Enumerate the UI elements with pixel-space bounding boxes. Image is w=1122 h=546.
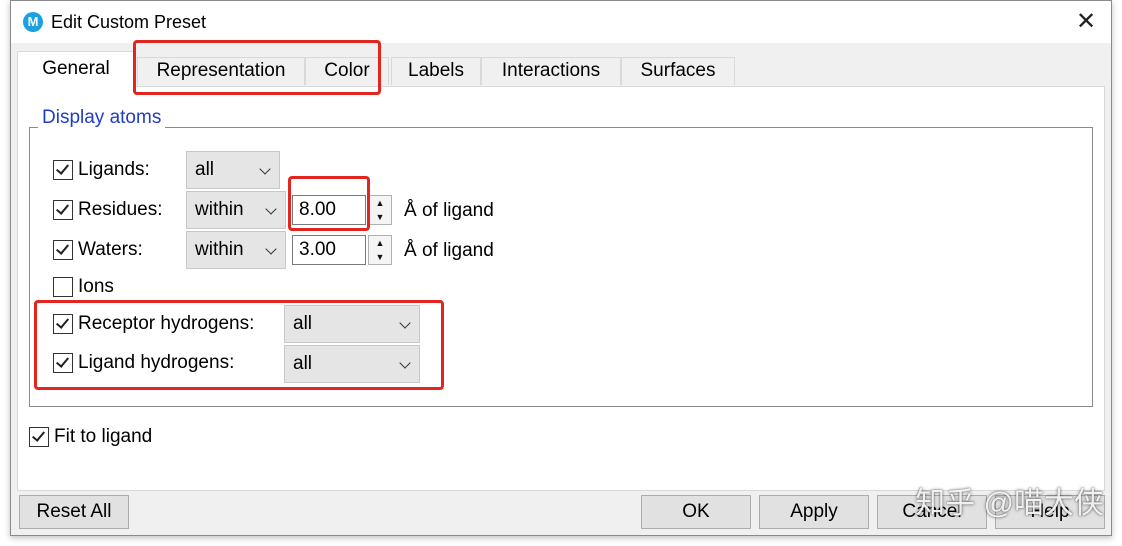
reset-all-button[interactable]: Reset All [19, 495, 129, 529]
tab-general[interactable]: General [17, 51, 135, 87]
chevron-down-icon [399, 317, 411, 329]
ligand-hydrogens-label: Ligand hydrogens: [78, 352, 235, 373]
waters-spinner: ▲ ▼ [368, 235, 392, 265]
tab-color[interactable]: Color [305, 57, 389, 85]
edit-custom-preset-dialog: M Edit Custom Preset ✕ General Represent… [10, 0, 1112, 536]
residues-mode-select[interactable]: within [186, 191, 286, 229]
ligands-checkbox[interactable] [53, 160, 73, 180]
ligand-hydrogens-checkbox[interactable] [53, 353, 73, 373]
receptor-hydrogens-label: Receptor hydrogens: [78, 313, 255, 334]
ions-label: Ions [78, 276, 114, 297]
waters-mode-select[interactable]: within [186, 231, 286, 269]
chevron-down-icon [265, 243, 277, 255]
receptor-hydrogens-checkbox[interactable] [53, 314, 73, 334]
window-title: Edit Custom Preset [51, 12, 207, 32]
chevron-down-icon [265, 203, 277, 215]
help-button[interactable]: Help [995, 495, 1105, 529]
spin-down-icon[interactable]: ▼ [369, 210, 391, 224]
apply-button[interactable]: Apply [759, 495, 869, 529]
checkmark-icon [55, 354, 70, 368]
app-logo-icon: M [23, 12, 43, 32]
ligands-select-value: all [195, 159, 215, 180]
fit-to-ligand-checkbox[interactable] [29, 427, 49, 447]
spin-up-icon[interactable]: ▲ [369, 196, 391, 210]
title-bar: M Edit Custom Preset ✕ [11, 1, 1111, 43]
checkmark-icon [55, 201, 70, 215]
chevron-down-icon [399, 357, 411, 369]
fit-to-ligand-label: Fit to ligand [54, 426, 153, 447]
general-tab-panel: Display atoms Ligands: all Residues: wit… [17, 86, 1105, 491]
receptor-hydrogens-select[interactable]: all [284, 305, 420, 343]
spin-up-icon[interactable]: ▲ [369, 236, 391, 250]
waters-checkbox[interactable] [53, 240, 73, 260]
tab-surfaces[interactable]: Surfaces [621, 57, 735, 85]
waters-unit-label: Å of ligand [404, 240, 494, 261]
chevron-down-icon [259, 163, 271, 175]
ligand-hydrogens-select[interactable]: all [284, 345, 420, 383]
receptor-hydrogens-value: all [293, 313, 313, 334]
tab-strip: General Representation Color Labels Inte… [17, 51, 1107, 87]
residues-distance-input[interactable]: 8.00 [292, 195, 366, 225]
residues-mode-value: within [195, 199, 244, 220]
ligands-label: Ligands: [78, 159, 150, 180]
checkmark-icon [31, 428, 46, 442]
checkmark-icon [55, 161, 70, 175]
waters-label: Waters: [78, 239, 143, 260]
ligand-hydrogens-value: all [293, 353, 313, 374]
ligands-select[interactable]: all [186, 151, 280, 189]
tab-labels[interactable]: Labels [391, 57, 481, 85]
tab-representation[interactable]: Representation [137, 57, 305, 85]
residues-spinner: ▲ ▼ [368, 195, 392, 225]
display-atoms-legend: Display atoms [38, 107, 166, 129]
residues-unit-label: Å of ligand [404, 200, 494, 221]
tab-interactions[interactable]: Interactions [481, 57, 621, 85]
cancel-button[interactable]: Cancel [877, 495, 987, 529]
ions-checkbox[interactable] [53, 277, 73, 297]
ok-button[interactable]: OK [641, 495, 751, 529]
residues-label: Residues: [78, 199, 163, 220]
waters-mode-value: within [195, 239, 244, 260]
close-icon[interactable]: ✕ [1073, 9, 1099, 35]
checkmark-icon [55, 315, 70, 329]
waters-distance-input[interactable]: 3.00 [292, 235, 366, 265]
spin-down-icon[interactable]: ▼ [369, 250, 391, 264]
checkmark-icon [55, 241, 70, 255]
residues-checkbox[interactable] [53, 200, 73, 220]
